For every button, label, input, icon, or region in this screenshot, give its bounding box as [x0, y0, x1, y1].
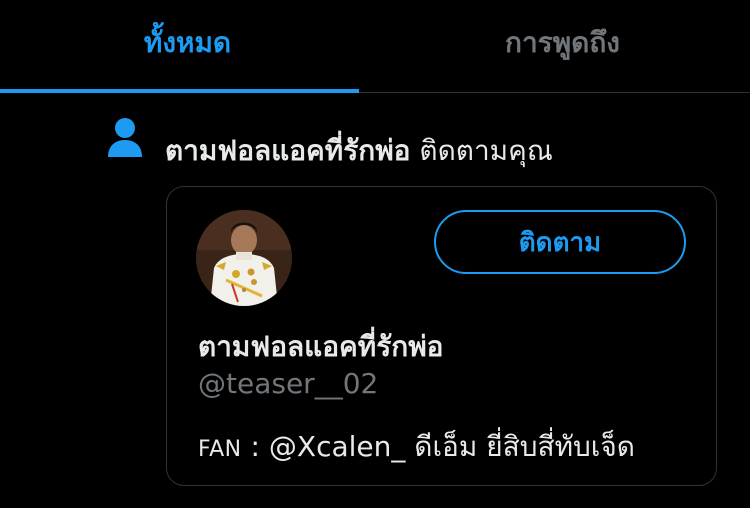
user-bio: FAN : @Xcalen_ ดีเอ็ม ยี่สิบสี่ทับเจ็ด	[198, 425, 635, 469]
tab-mentions-label: การพูดถึง	[505, 26, 620, 59]
tab-all-label: ทั้งหมด	[143, 26, 232, 59]
follow-notification[interactable]: ตามฟอลแอคที่รักพ่อ ติดตามคุณ ติดตาม ตามฟ…	[0, 93, 750, 508]
notification-actor-name[interactable]: ตามฟอลแอคที่รักพ่อ	[165, 134, 410, 167]
avatar[interactable]	[196, 210, 292, 306]
notification-tabs: ทั้งหมด การพูดถึง	[0, 0, 750, 93]
tab-mentions[interactable]: การพูดถึง	[375, 0, 750, 92]
person-icon	[108, 118, 142, 157]
user-handle[interactable]: @teaser__02	[198, 367, 378, 400]
user-card[interactable]: ติดตาม ตามฟอลแอคที่รักพ่อ @teaser__02 FA…	[166, 186, 717, 486]
bio-text: : @Xcalen_ ดีเอ็ม ยี่สิบสี่ทับเจ็ด	[241, 430, 635, 463]
bio-prefix: FAN	[198, 437, 242, 462]
follow-button[interactable]: ติดตาม	[434, 210, 686, 274]
avatar-photo	[196, 210, 292, 306]
user-display-name[interactable]: ตามฟอลแอคที่รักพ่อ	[198, 325, 443, 369]
notification-action: ติดตามคุณ	[419, 134, 553, 167]
tab-all[interactable]: ทั้งหมด	[0, 0, 375, 93]
notification-text: ตามฟอลแอคที่รักพ่อ ติดตามคุณ	[165, 131, 553, 171]
notifications-page: ทั้งหมด การพูดถึง ตามฟอลแอคที่รักพ่อ ติด…	[0, 0, 750, 508]
